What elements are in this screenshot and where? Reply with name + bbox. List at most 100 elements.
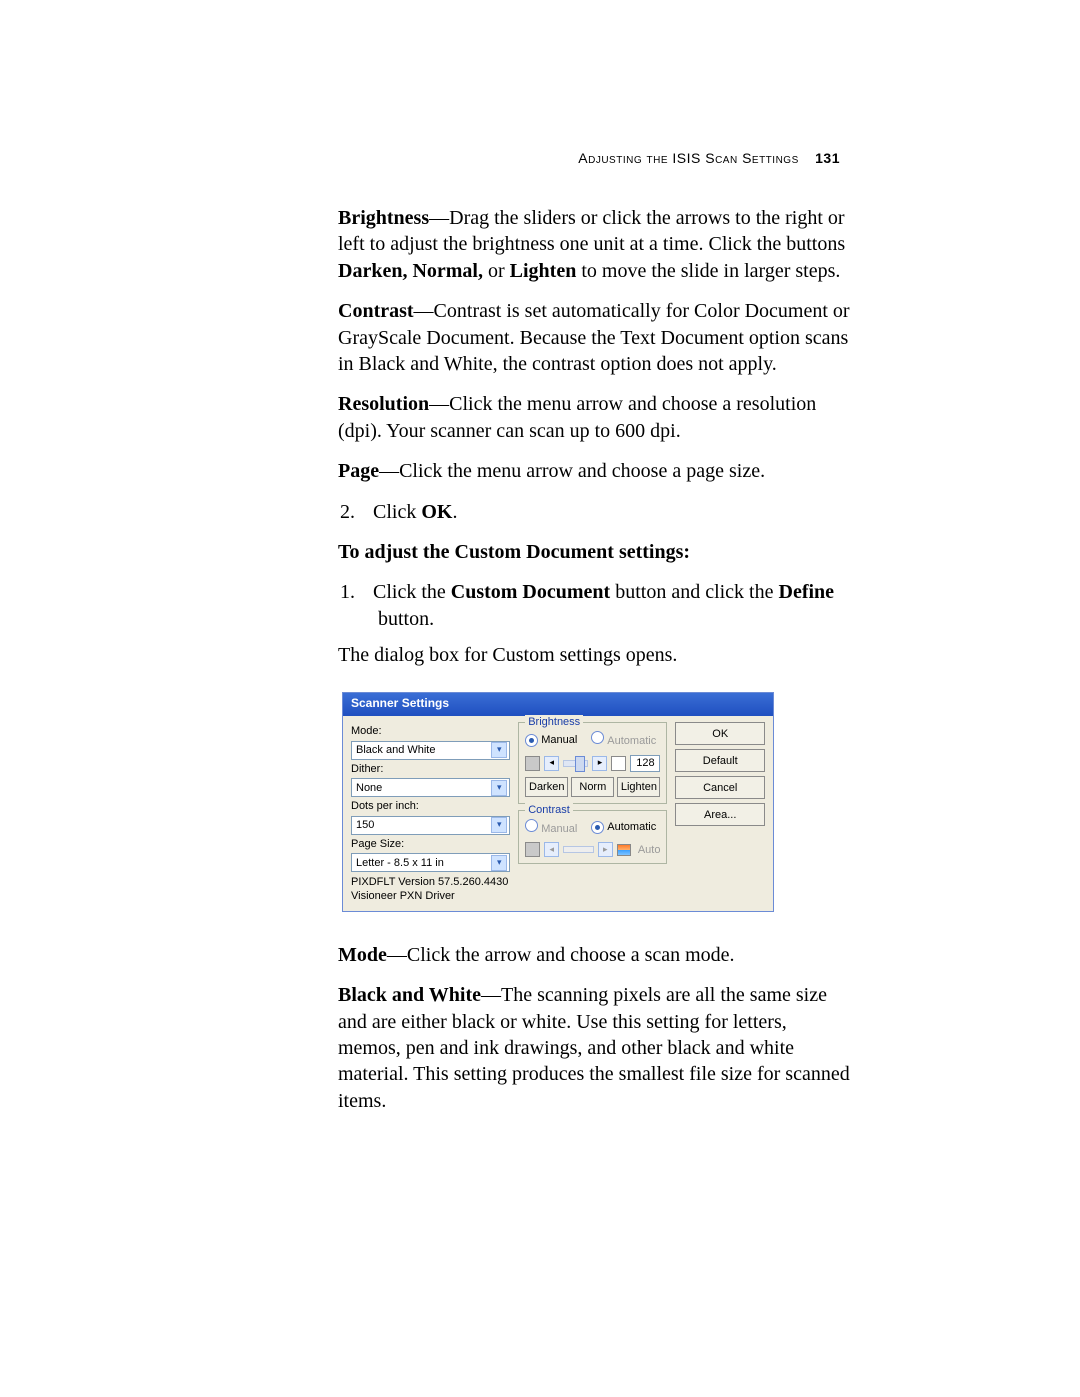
auto-contrast-icon: [617, 844, 631, 856]
radio-automatic-label: Automatic: [607, 735, 656, 747]
brightness-slider[interactable]: ◂ ▸ 128: [525, 755, 660, 772]
step-number: 2.: [340, 499, 368, 525]
area-button[interactable]: Area...: [675, 803, 765, 826]
ok-button[interactable]: OK: [675, 722, 765, 745]
step-number: 1.: [340, 579, 368, 605]
document-page: Adjusting the ISIS Scan Settings 131 Bri…: [0, 0, 1080, 1397]
radio-manual-label: Manual: [541, 823, 577, 835]
arrow-left-icon[interactable]: ◂: [544, 756, 559, 771]
pagesize-label: Page Size:: [351, 837, 510, 852]
mode-value: Black and White: [356, 743, 435, 758]
dialog-body: Mode: Black and White ▾ Dither: None ▾ D…: [343, 716, 773, 910]
cancel-button[interactable]: Cancel: [675, 776, 765, 799]
pagesize-select[interactable]: Letter - 8.5 x 11 in ▾: [351, 853, 510, 872]
chevron-down-icon: ▾: [491, 780, 507, 796]
text: to move the slide in larger steps.: [576, 260, 840, 282]
dialog-right-column: OK Default Cancel Area...: [675, 722, 765, 902]
slider-track: [563, 846, 594, 853]
contrast-mode-radios: Manual Automatic: [525, 819, 660, 837]
dark-swatch-icon: [525, 842, 540, 857]
term-ok: OK: [421, 501, 452, 523]
radio-dot-icon: [525, 819, 538, 832]
arrow-right-icon[interactable]: ▸: [592, 756, 607, 771]
darken-button[interactable]: Darken: [525, 777, 568, 797]
text: button.: [378, 608, 434, 630]
mode-label: Mode:: [351, 724, 510, 739]
text: —Click the menu arrow and choose a page …: [379, 460, 765, 482]
term-contrast: Contrast: [338, 300, 414, 322]
radio-manual[interactable]: Manual: [525, 733, 577, 748]
version-line-1: PIXDFLT Version 57.5.260.4430: [351, 876, 510, 889]
slider-thumb-icon[interactable]: [575, 756, 585, 772]
dither-label: Dither:: [351, 762, 510, 777]
dialog-title: Scanner Settings: [343, 693, 773, 716]
section-title: Adjusting the ISIS Scan Settings: [578, 150, 798, 166]
text: button and click the: [610, 581, 778, 603]
text: Click: [373, 501, 421, 523]
step-1-desc: The dialog box for Custom settings opens…: [338, 642, 850, 668]
radio-dot-icon: [591, 821, 604, 834]
term-black-and-white: Black and White: [338, 984, 481, 1006]
radio-manual: Manual: [525, 819, 577, 837]
brightness-legend: Brightness: [525, 715, 583, 730]
contrast-legend: Contrast: [525, 803, 573, 818]
brightness-preset-buttons: Darken Norm Lighten: [525, 777, 660, 797]
dpi-label: Dots per inch:: [351, 799, 510, 814]
paragraph-bw: Black and White—The scanning pixels are …: [338, 982, 850, 1114]
contrast-slider: ◂ ▸ Auto: [525, 842, 660, 857]
light-swatch-icon: [611, 756, 626, 771]
page-number: 131: [815, 150, 840, 166]
contrast-group: Contrast Manual Automatic ◂ ▸ Auto: [518, 810, 667, 865]
text: Click the: [373, 581, 451, 603]
radio-automatic-label: Automatic: [607, 821, 656, 833]
text: .: [452, 501, 457, 523]
text: or: [483, 260, 510, 282]
arrow-right-icon: ▸: [598, 842, 613, 857]
running-header: Adjusting the ISIS Scan Settings 131: [578, 150, 840, 166]
lighten-button[interactable]: Lighten: [617, 777, 660, 797]
dpi-select[interactable]: 150 ▾: [351, 816, 510, 835]
brightness-mode-radios: Manual Automatic: [525, 731, 660, 749]
paragraph-resolution: Resolution—Click the menu arrow and choo…: [338, 391, 850, 444]
step-2: 2. Click OK.: [338, 499, 850, 525]
paragraph-mode: Mode—Click the arrow and choose a scan m…: [338, 942, 850, 968]
chevron-down-icon: ▾: [491, 817, 507, 833]
brightness-group: Brightness Manual Automatic ◂ ▸ 128: [518, 722, 667, 804]
arrow-left-icon: ◂: [544, 842, 559, 857]
version-line-2: Visioneer PXN Driver: [351, 890, 510, 903]
dialog-left-column: Mode: Black and White ▾ Dither: None ▾ D…: [351, 722, 510, 902]
term-custom-document: Custom Document: [451, 581, 610, 603]
dialog-mid-column: Brightness Manual Automatic ◂ ▸ 128: [518, 722, 667, 902]
term-mode: Mode: [338, 944, 387, 966]
term-lighten: Lighten: [510, 260, 577, 282]
dark-swatch-icon: [525, 756, 540, 771]
norm-button[interactable]: Norm: [571, 777, 614, 797]
radio-dot-icon: [525, 734, 538, 747]
term-brightness: Brightness: [338, 207, 429, 229]
paragraph-brightness: Brightness—Drag the sliders or click the…: [338, 205, 850, 284]
paragraph-page: Page—Click the menu arrow and choose a p…: [338, 458, 850, 484]
driver-version: PIXDFLT Version 57.5.260.4430 Visioneer …: [351, 876, 510, 902]
contrast-auto-label: Auto: [638, 843, 661, 858]
default-button[interactable]: Default: [675, 749, 765, 772]
term-resolution: Resolution: [338, 393, 429, 415]
brightness-value: 128: [630, 755, 660, 772]
body-text: Brightness—Drag the sliders or click the…: [338, 205, 850, 1128]
term-define: Define: [779, 581, 835, 603]
dither-select[interactable]: None ▾: [351, 778, 510, 797]
scanner-settings-dialog: Scanner Settings Mode: Black and White ▾…: [342, 692, 774, 911]
text: —Click the arrow and choose a scan mode.: [387, 944, 735, 966]
radio-dot-icon: [591, 731, 604, 744]
radio-automatic[interactable]: Automatic: [591, 820, 656, 835]
radio-manual-label: Manual: [541, 734, 577, 746]
mode-select[interactable]: Black and White ▾: [351, 741, 510, 760]
text: —Contrast is set automatically for Color…: [338, 300, 850, 375]
term-page: Page: [338, 460, 379, 482]
subheading: To adjust the Custom Document settings:: [338, 539, 850, 565]
radio-automatic: Automatic: [591, 731, 656, 749]
step-1: 1. Click the Custom Document button and …: [338, 579, 850, 632]
dither-value: None: [356, 781, 382, 796]
chevron-down-icon: ▾: [491, 742, 507, 758]
chevron-down-icon: ▾: [491, 855, 507, 871]
slider-track[interactable]: [563, 760, 588, 767]
